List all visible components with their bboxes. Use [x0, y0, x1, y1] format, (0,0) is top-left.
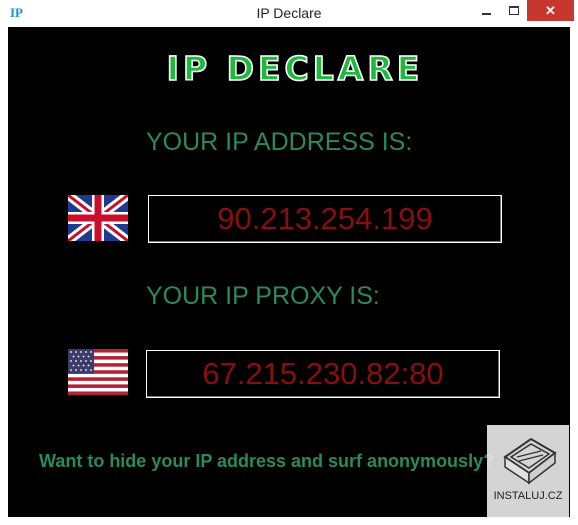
ip-proxy-display: 67.215.230.82:80 — [146, 350, 500, 398]
maximize-button[interactable] — [500, 0, 527, 21]
uk-flag-icon — [68, 195, 128, 241]
close-icon: ✕ — [545, 2, 556, 18]
minimize-icon — [482, 12, 491, 15]
close-button[interactable]: ✕ — [527, 0, 574, 21]
maximize-icon — [508, 6, 519, 15]
ip-address-heading: YOUR IP ADDRESS IS: — [146, 128, 413, 156]
minimize-button[interactable] — [473, 0, 500, 21]
main-panel: IP DECLARE YOUR IP ADDRESS IS: 90.213.25… — [8, 27, 570, 517]
ip-proxy-heading: YOUR IP PROXY IS: — [146, 282, 380, 310]
us-flag-icon — [68, 349, 128, 395]
ip-address-display: 90.213.254.199 — [148, 195, 502, 243]
window-frame-bottom — [0, 517, 578, 525]
window-frame-left — [0, 27, 8, 525]
box-icon — [503, 437, 557, 485]
hide-ip-link[interactable]: Want to hide your IP address and surf an… — [39, 451, 494, 472]
logo-text: IP DECLARE — [167, 50, 424, 86]
ip-proxy-value: 67.215.230.82:80 — [202, 356, 444, 391]
window-frame-right — [570, 27, 578, 525]
watermark-text: INSTALUJ.CZ — [493, 490, 563, 502]
title-bar: IP IP Declare ✕ — [0, 0, 578, 27]
app-logo: IP DECLARE — [166, 50, 424, 86]
watermark-badge: INSTALUJ.CZ — [487, 425, 569, 517]
ip-address-value: 90.213.254.199 — [217, 201, 433, 236]
